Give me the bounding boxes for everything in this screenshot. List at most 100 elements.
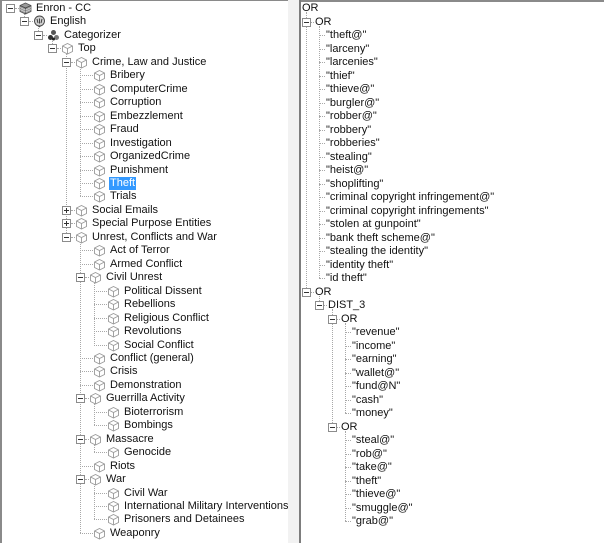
- tree-node-label[interactable]: Fraud: [109, 123, 140, 136]
- tree-node-label[interactable]: OrganizedCrime: [109, 150, 191, 163]
- tree-node-identity-theft[interactable]: "identity theft": [301, 259, 604, 272]
- tree-node-cash[interactable]: "cash": [301, 394, 604, 407]
- tree-node-enron-cc[interactable]: Enron - CC: [2, 2, 288, 15]
- tree-node-rob[interactable]: "rob@": [301, 448, 604, 461]
- tree-node-criminal-copyright-infringements[interactable]: "criminal copyright infringements": [301, 205, 604, 218]
- tree-node-stealing-the-identity[interactable]: "stealing the identity": [301, 245, 604, 258]
- tree-node-label[interactable]: "theft@": [325, 29, 367, 42]
- tree-node-label[interactable]: Social Emails: [91, 204, 159, 217]
- tree-node-organizedcrime[interactable]: OrganizedCrime: [2, 150, 288, 163]
- tree-node-weaponry[interactable]: Weaponry: [2, 527, 288, 540]
- tree-node-label[interactable]: "robbery": [325, 124, 372, 137]
- collapse-toggle[interactable]: [76, 273, 85, 283]
- tree-node-label[interactable]: Political Dissent: [123, 285, 203, 298]
- tree-node-bombings[interactable]: Bombings: [2, 419, 288, 432]
- tree-node-label[interactable]: "heist@": [325, 164, 369, 177]
- tree-node-label[interactable]: Investigation: [109, 137, 173, 150]
- tree-node-or[interactable]: OR: [301, 2, 604, 15]
- tree-node-smuggle[interactable]: "smuggle@": [301, 502, 604, 515]
- tree-node-label[interactable]: "thieve@": [351, 488, 401, 501]
- tree-node-label[interactable]: Demonstration: [109, 379, 183, 392]
- collapse-toggle[interactable]: [62, 232, 71, 242]
- tree-node-bioterrorism[interactable]: Bioterrorism: [2, 406, 288, 419]
- tree-node-burgler[interactable]: "burgler@": [301, 97, 604, 110]
- tree-node-shoplifting[interactable]: "shoplifting": [301, 178, 604, 191]
- tree-node-label[interactable]: Crime, Law and Justice: [91, 56, 207, 69]
- tree-node-categorizer[interactable]: Categorizer: [2, 29, 288, 42]
- tree-node-prisoners-and-detainees[interactable]: Prisoners and Detainees: [2, 513, 288, 526]
- tree-node-theft[interactable]: "theft@": [301, 29, 604, 42]
- tree-node-label[interactable]: Armed Conflict: [109, 258, 183, 271]
- tree-node-label[interactable]: "stealing": [325, 151, 373, 164]
- tree-node-label[interactable]: Prisoners and Detainees: [123, 513, 245, 526]
- tree-node-stealing[interactable]: "stealing": [301, 151, 604, 164]
- tree-node-steal[interactable]: "steal@": [301, 434, 604, 447]
- tree-node-label[interactable]: "grab@": [351, 515, 394, 528]
- tree-node-theft[interactable]: "theft": [301, 475, 604, 488]
- tree-node-revenue[interactable]: "revenue": [301, 326, 604, 339]
- tree-node-money[interactable]: "money": [301, 407, 604, 420]
- tree-node-label[interactable]: OR: [340, 313, 359, 326]
- tree-node-label[interactable]: "identity theft": [325, 259, 394, 272]
- tree-node-label[interactable]: "burgler@": [325, 97, 380, 110]
- tree-node-label[interactable]: "thieve@": [325, 83, 375, 96]
- tree-node-label[interactable]: "bank theft scheme@": [325, 232, 436, 245]
- tree-node-fraud[interactable]: Fraud: [2, 123, 288, 136]
- tree-node-conflict-general[interactable]: Conflict (general): [2, 352, 288, 365]
- tree-node-label[interactable]: "shoplifting": [325, 178, 384, 191]
- tree-node-top[interactable]: Top: [2, 42, 288, 55]
- tree-node-special-purpose-entities[interactable]: Special Purpose Entities: [2, 217, 288, 230]
- tree-node-label[interactable]: Crisis: [109, 365, 139, 378]
- collapse-toggle[interactable]: [302, 17, 311, 27]
- tree-node-label[interactable]: Top: [77, 42, 97, 55]
- tree-node-bank-theft-scheme[interactable]: "bank theft scheme@": [301, 232, 604, 245]
- tree-node-label[interactable]: "steal@": [351, 434, 395, 447]
- tree-node-label[interactable]: English: [49, 15, 87, 28]
- tree-node-civil-war[interactable]: Civil War: [2, 487, 288, 500]
- tree-node-label[interactable]: ComputerCrime: [109, 83, 189, 96]
- tree-node-label[interactable]: Civil War: [123, 487, 169, 500]
- collapse-toggle[interactable]: [302, 287, 311, 297]
- tree-node-punishment[interactable]: Punishment: [2, 164, 288, 177]
- tree-node-act-of-terror[interactable]: Act of Terror: [2, 244, 288, 257]
- collapse-toggle[interactable]: [76, 394, 85, 404]
- tree-node-label[interactable]: "take@": [351, 461, 393, 474]
- tree-node-wallet[interactable]: "wallet@": [301, 367, 604, 380]
- tree-node-larcenies[interactable]: "larcenies": [301, 56, 604, 69]
- expand-toggle[interactable]: [62, 219, 71, 229]
- tree-node-demonstration[interactable]: Demonstration: [2, 379, 288, 392]
- tree-node-theft[interactable]: Theft: [2, 176, 288, 190]
- tree-node-label[interactable]: Revolutions: [123, 325, 182, 338]
- tree-node-corruption[interactable]: Corruption: [2, 96, 288, 109]
- tree-node-label[interactable]: "income": [351, 340, 396, 353]
- collapse-toggle[interactable]: [328, 422, 337, 432]
- tree-node-label[interactable]: Genocide: [123, 446, 172, 459]
- tree-node-larceny[interactable]: "larceny": [301, 43, 604, 56]
- tree-node-robbery[interactable]: "robbery": [301, 124, 604, 137]
- tree-node-revolutions[interactable]: Revolutions: [2, 325, 288, 338]
- tree-node-label[interactable]: "revenue": [351, 326, 401, 339]
- expand-toggle[interactable]: [62, 205, 71, 215]
- tree-node-label[interactable]: OR: [301, 2, 320, 15]
- tree-node-label[interactable]: "robberies": [325, 137, 381, 150]
- tree-node-stolen-at-gunpoint[interactable]: "stolen at gunpoint": [301, 218, 604, 231]
- tree-node-label[interactable]: "thief": [325, 70, 356, 83]
- tree-node-id-theft[interactable]: "id theft": [301, 272, 604, 285]
- tree-node-civil-unrest[interactable]: Civil Unrest: [2, 271, 288, 284]
- tree-node-label[interactable]: "smuggle@": [351, 502, 414, 515]
- panel-splitter[interactable]: [288, 0, 301, 543]
- tree-node-label[interactable]: Enron - CC: [35, 2, 92, 15]
- tree-node-label[interactable]: Special Purpose Entities: [91, 217, 212, 230]
- tree-node-label[interactable]: OR: [314, 16, 333, 29]
- tree-node-international-military-interventions[interactable]: International Military Interventions: [2, 500, 288, 513]
- tree-node-label[interactable]: "fund@N": [351, 380, 401, 393]
- tree-node-crisis[interactable]: Crisis: [2, 365, 288, 378]
- tree-node-thief[interactable]: "thief": [301, 70, 604, 83]
- tree-node-thieve[interactable]: "thieve@": [301, 488, 604, 501]
- tree-node-trials[interactable]: Trials: [2, 190, 288, 203]
- tree-node-criminal-copyright-infringement[interactable]: "criminal copyright infringement@": [301, 191, 604, 204]
- tree-node-label[interactable]: Massacre: [105, 433, 155, 446]
- collapse-toggle[interactable]: [20, 17, 29, 27]
- tree-node-label[interactable]: Rebellions: [123, 298, 176, 311]
- tree-node-label[interactable]: Categorizer: [63, 29, 122, 42]
